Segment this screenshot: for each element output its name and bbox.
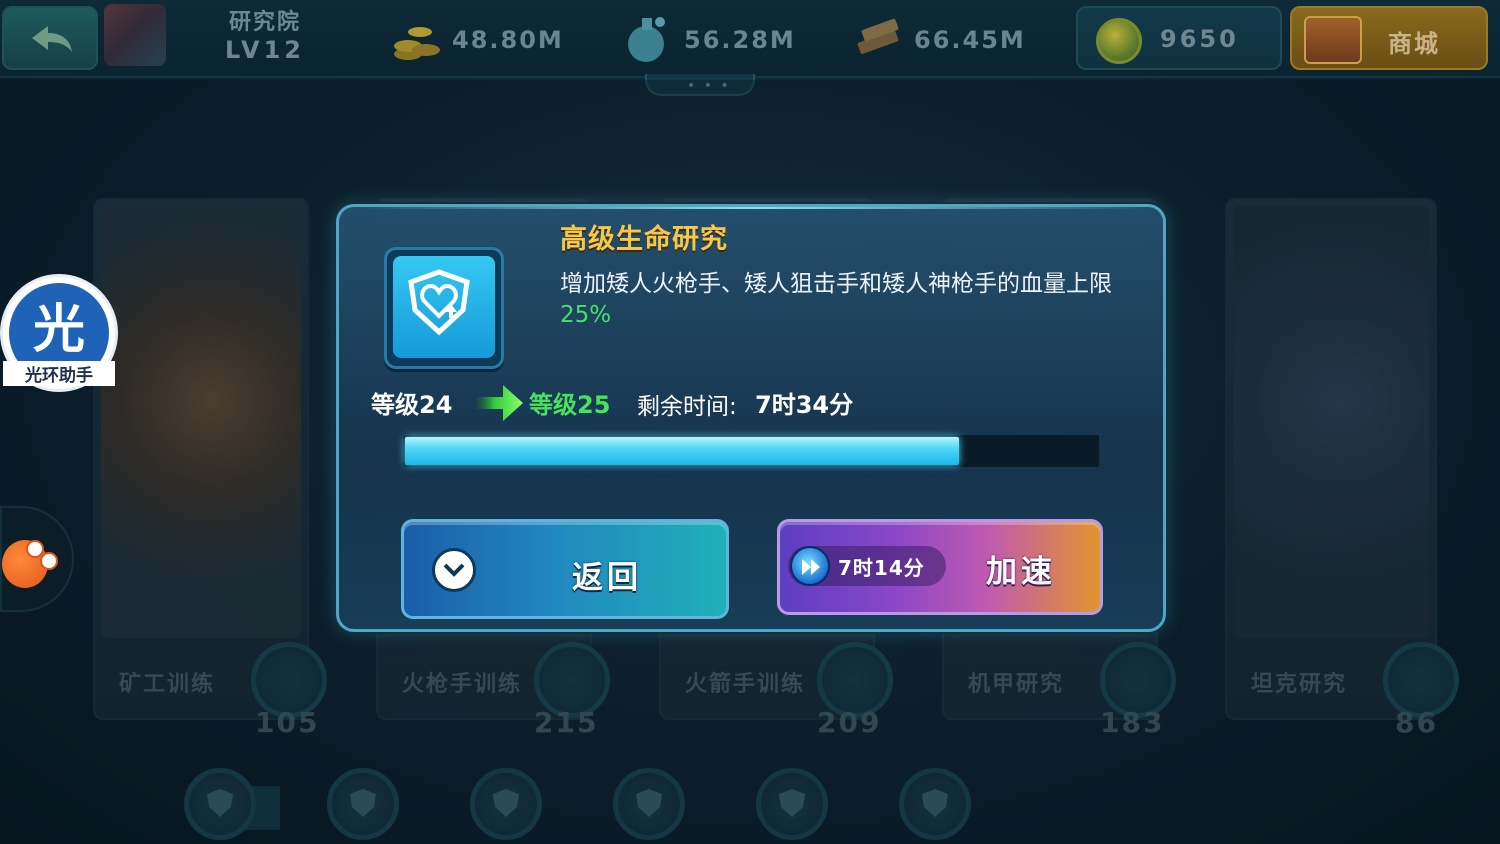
gold-coins-icon	[394, 27, 440, 60]
potion-value: 56.28M	[684, 26, 796, 54]
bug-eye	[40, 552, 58, 570]
research-detail-dialog: 高级生命研究 增加矮人火枪手、矮人狙击手和矮人神枪手的血量上限 25% 等级24 …	[336, 204, 1166, 632]
green-arrow-icon	[475, 385, 523, 421]
top-bar: 研究院 LV12 48.80M 56.28M 66.45M 9650 商城	[0, 0, 1500, 78]
halo-logo-char: 光	[33, 300, 86, 360]
double-chevron-icon	[802, 559, 820, 575]
description-text: 增加矮人火枪手、矮人狙击手和矮人神枪手的血量上限	[560, 271, 1112, 297]
level-row: 等级24 等级25 剩余时间: 7时34分	[371, 383, 1131, 423]
halo-assistant-button[interactable]: 光 光环助手	[0, 274, 118, 392]
potion-flask-icon	[628, 17, 665, 62]
speedup-label: 加速	[986, 554, 1056, 590]
speed-up-button[interactable]: 7时14分 加速	[777, 519, 1103, 615]
research-lab-icon	[104, 4, 166, 66]
back-button[interactable]	[2, 6, 98, 70]
description-percent: 25%	[560, 302, 612, 328]
remaining-time-label: 剩余时间:	[637, 394, 737, 420]
remaining-time-value: 7时34分	[755, 391, 854, 419]
gem-coin-icon	[1096, 18, 1142, 64]
research-progress-bar	[403, 435, 1099, 467]
gems-counter[interactable]: 9650	[1076, 6, 1282, 70]
back-arrow-icon	[32, 26, 72, 52]
heart-shield-icon	[408, 269, 470, 336]
research-title: 高级生命研究	[560, 224, 728, 255]
return-label: 返回	[572, 560, 642, 596]
return-button[interactable]: 返回	[401, 519, 729, 619]
treasure-chest-icon	[1304, 16, 1362, 64]
wood-planks-icon	[857, 18, 899, 54]
building-level: LV12	[225, 36, 305, 64]
building-title: 研究院	[228, 10, 301, 35]
tech-icon-frame	[384, 247, 504, 369]
research-description: 增加矮人火枪手、矮人狙击手和矮人神枪手的血量上限 25%	[560, 269, 1150, 331]
shop-button[interactable]: 商城	[1290, 6, 1488, 70]
dialog-sheen	[359, 207, 1149, 209]
speedup-time: 7时14分	[838, 556, 925, 580]
next-level: 等级25	[529, 391, 611, 419]
gold-value: 48.80M	[452, 26, 564, 54]
gems-value: 9650	[1160, 25, 1239, 53]
chevron-down-icon	[443, 563, 465, 577]
halo-label: 光环助手	[3, 361, 115, 386]
progress-fill	[405, 437, 959, 465]
chevron-down-circle-icon	[432, 548, 476, 592]
shop-label: 商城	[1388, 30, 1440, 58]
fast-forward-icon	[790, 546, 830, 586]
current-level: 等级24	[371, 391, 453, 419]
wood-value: 66.45M	[914, 26, 1026, 54]
